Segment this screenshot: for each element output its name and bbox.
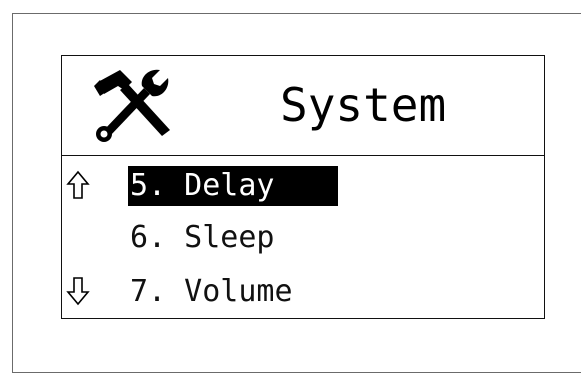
menu-row-2[interactable]: 6. Sleep — [62, 212, 544, 262]
menu-item-volume[interactable]: 7. Volume — [128, 272, 297, 312]
screen-header: System — [62, 56, 544, 156]
down-arrow-icon[interactable] — [66, 276, 90, 306]
menu-row-1[interactable]: 5. Delay — [62, 160, 544, 210]
tools-icon — [94, 69, 170, 142]
up-arrow-icon[interactable] — [66, 170, 90, 200]
lcd-screen: System 5. Delay 6. Sleep 7. Volume — [61, 55, 545, 319]
menu-item-sleep[interactable]: 6. Sleep — [128, 218, 279, 258]
menu-item-delay[interactable]: 5. Delay — [128, 166, 338, 206]
screen-title: System — [280, 78, 447, 132]
menu-row-3[interactable]: 7. Volume — [62, 266, 544, 316]
